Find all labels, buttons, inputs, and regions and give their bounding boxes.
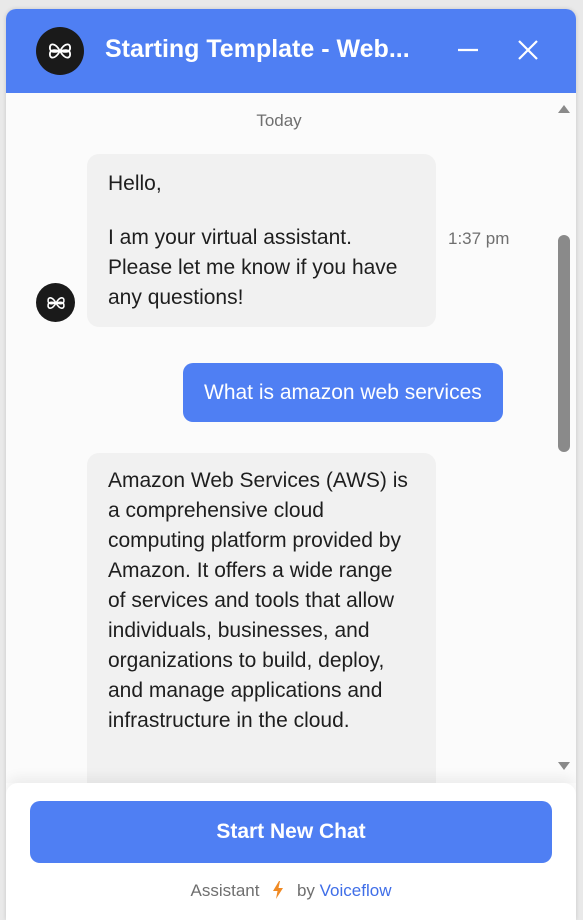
message-list[interactable]: Today Hello, I am your virtual assistant… xyxy=(6,93,576,783)
assistant-message: Amazon Web Services (AWS) is a comprehen… xyxy=(87,453,436,783)
minimize-button[interactable] xyxy=(451,33,485,67)
powered-by: Assistant by Voiceflow xyxy=(6,881,576,904)
start-new-chat-button[interactable]: Start New Chat xyxy=(30,801,552,863)
chat-footer: Start New Chat Assistant by Voiceflow xyxy=(6,783,576,920)
voiceflow-link[interactable]: Voiceflow xyxy=(320,881,392,900)
close-button[interactable] xyxy=(511,33,545,67)
chat-widget: Starting Template - Web... Today Hello, … xyxy=(6,9,576,920)
lightning-bolt-icon xyxy=(272,881,284,904)
scroll-up-arrow[interactable] xyxy=(557,103,571,115)
chat-header: Starting Template - Web... xyxy=(6,9,576,93)
scrollbar-thumb[interactable] xyxy=(558,235,570,452)
day-separator: Today xyxy=(256,111,302,130)
assistant-message: Hello, I am your virtual assistant. Plea… xyxy=(87,154,436,327)
voiceflow-logo-icon xyxy=(46,296,65,309)
powered-prefix: Assistant xyxy=(190,881,260,900)
powered-by-label: by xyxy=(296,881,315,900)
minimize-icon xyxy=(458,48,478,52)
assistant-greeting: Hello, xyxy=(108,172,162,195)
scroll-down-arrow[interactable] xyxy=(557,760,571,772)
message-timestamp: 1:37 pm xyxy=(448,229,510,248)
voiceflow-logo-icon xyxy=(36,27,84,75)
close-icon xyxy=(518,40,538,60)
user-message: What is amazon web services xyxy=(183,363,503,422)
chat-title: Starting Template - Web... xyxy=(105,35,410,63)
assistant-message-text: I am your virtual assistant. Please let … xyxy=(108,226,398,309)
assistant-avatar xyxy=(36,283,75,322)
